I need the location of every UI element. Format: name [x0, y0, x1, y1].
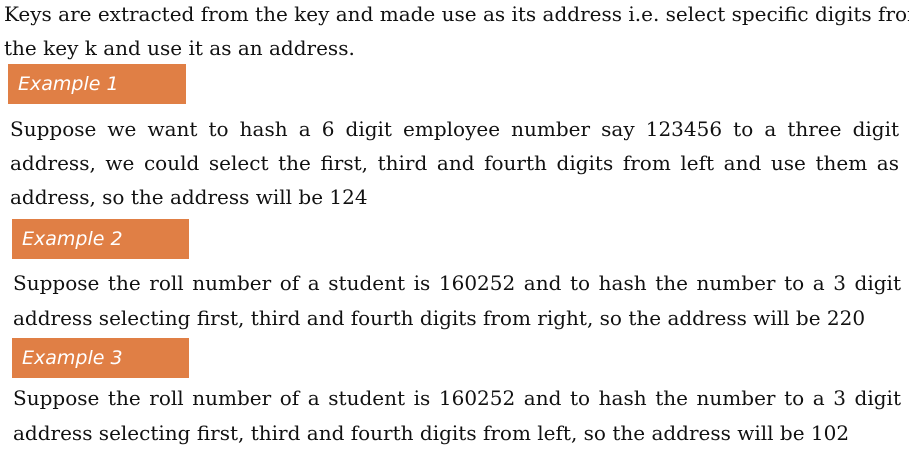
intro-line-1: Keys are extracted from the key and made…: [4, 2, 909, 26]
intro-line-2: the key k and use it as an address.: [4, 36, 355, 60]
example-2-line-1: Suppose the roll number of a student is …: [13, 271, 901, 295]
example-1-line-2: address, we could select the first, thir…: [10, 151, 899, 175]
example-3-line-2: address selecting first, third and fourt…: [13, 421, 850, 445]
example-2-heading: Example 2: [12, 219, 189, 259]
example-3-heading: Example 3: [12, 338, 189, 378]
example-1-line-3: address, so the address will be 124: [10, 185, 368, 209]
example-3-line-1: Suppose the roll number of a student is …: [13, 386, 901, 410]
example-1-line-1: Suppose we want to hash a 6 digit employ…: [10, 117, 899, 141]
example-2-line-2: address selecting first, third and fourt…: [13, 306, 866, 330]
example-1-heading: Example 1: [8, 64, 186, 104]
